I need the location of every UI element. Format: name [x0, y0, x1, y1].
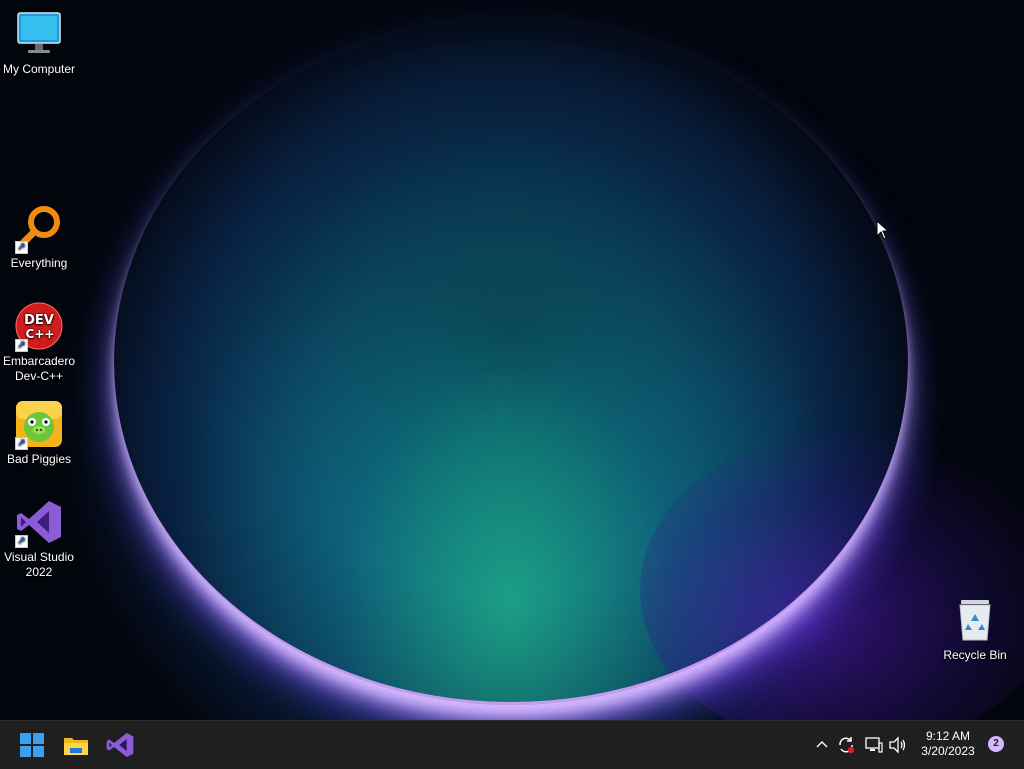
network-icon[interactable]	[864, 735, 884, 755]
desktop-icon-bad-piggies[interactable]: ↗ Bad Piggies	[0, 400, 78, 467]
desktop-icon-label: Embarcadero Dev-C++	[2, 354, 76, 383]
speaker-icon[interactable]	[888, 735, 908, 755]
visual-studio-icon	[106, 733, 134, 757]
visual-studio-icon: ↗	[15, 498, 63, 548]
devcpp-icon: DEV C++ ↗	[15, 302, 63, 352]
desktop-icon-label: Visual Studio 2022	[4, 550, 74, 579]
mouse-cursor-icon	[876, 219, 890, 245]
shortcut-arrow-icon: ↗	[15, 437, 28, 450]
desktop-wallpaper	[0, 0, 1024, 720]
desktop-icon-label: Everything	[10, 256, 68, 270]
magnifier-icon: ↗	[15, 204, 63, 254]
windows-start-icon	[20, 733, 44, 757]
shortcut-arrow-icon: ↗	[15, 535, 28, 548]
desktop-icon-visual-studio[interactable]: ↗ Visual Studio 2022	[0, 498, 78, 580]
bad-piggies-icon: ↗	[15, 400, 63, 450]
taskbar-clock[interactable]: 9:12 AM 3/20/2023	[912, 729, 984, 759]
chevron-up-icon[interactable]	[816, 739, 828, 751]
desktop-icon-label: Bad Piggies	[6, 452, 72, 466]
svg-text:C++: C++	[26, 327, 55, 341]
sync-icon[interactable]	[836, 735, 856, 755]
wallpaper-orb-rim	[114, 20, 908, 705]
desktop-icon-label: My Computer	[2, 62, 76, 76]
clock-time: 9:12 AM	[925, 729, 971, 743]
visual-studio-taskbar-button[interactable]	[104, 729, 136, 761]
desktop-icon-devcpp[interactable]: DEV C++ ↗ Embarcadero Dev-C++	[0, 302, 78, 384]
desktop-icon-label: Recycle Bin	[943, 648, 1007, 662]
recycle-bin-icon	[951, 596, 999, 644]
folder-icon	[64, 738, 88, 755]
svg-text:DEV: DEV	[24, 313, 54, 328]
shortcut-arrow-icon: ↗	[15, 339, 28, 352]
desktop-icon-recycle-bin[interactable]: Recycle Bin	[936, 596, 1014, 663]
desktop-icon-everything[interactable]: ↗ Everything	[0, 204, 78, 271]
clock-date: 3/20/2023	[921, 744, 975, 758]
shortcut-arrow-icon: ↗	[15, 241, 28, 254]
monitor-icon	[15, 10, 63, 58]
notification-badge[interactable]: 2	[988, 736, 1004, 752]
desktop-icon-my-computer[interactable]: My Computer	[0, 10, 78, 77]
start-button[interactable]	[16, 729, 48, 761]
system-tray	[812, 721, 912, 769]
taskbar: 9:12 AM 3/20/2023	[0, 720, 1024, 769]
file-explorer-button[interactable]	[60, 729, 92, 761]
